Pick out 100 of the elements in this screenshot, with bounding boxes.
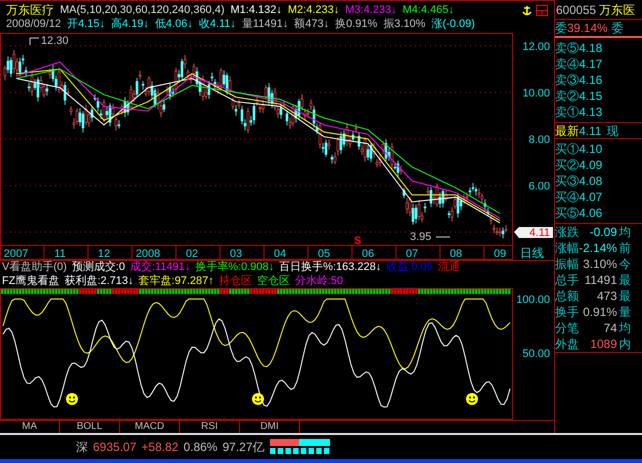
date-label: 11 bbox=[54, 248, 66, 260]
date-label: 09 bbox=[494, 248, 506, 260]
indicator-value: 百日换手%:163.228↓ bbox=[279, 262, 382, 273]
quote-label: 卖⑤ bbox=[555, 42, 579, 54]
high-label: 12.30 bbox=[41, 35, 69, 47]
price-tick: 8.00 bbox=[528, 134, 550, 146]
stat-label: 换手 bbox=[555, 306, 579, 318]
quote-price: 4.16 bbox=[579, 74, 602, 86]
stat-value: 473 bbox=[596, 290, 618, 302]
indicator-value: 预测成交:0 bbox=[72, 262, 125, 273]
indicator-value: 持仓区 bbox=[218, 276, 252, 287]
stat-label: 分笔 bbox=[555, 322, 579, 334]
indicator-tab[interactable]: MACD bbox=[120, 421, 180, 433]
date-label: 08 bbox=[450, 248, 462, 260]
stat-label: 涨幅 bbox=[555, 242, 579, 254]
stat-label: 振幅 bbox=[555, 258, 579, 270]
quote-price: 4.06 bbox=[579, 207, 602, 219]
date-label: 12 bbox=[98, 248, 110, 260]
date-label: 2007 bbox=[4, 248, 28, 260]
stock-name: 万东医 bbox=[599, 4, 636, 16]
indicator-value: 成交:11491↓ bbox=[130, 262, 190, 273]
ma-value: M4:4.465↓ bbox=[402, 4, 454, 16]
stat-label: 前 bbox=[619, 242, 631, 254]
smiley-icon bbox=[66, 393, 78, 405]
quote-label: 卖② bbox=[555, 90, 579, 102]
indicator-tick: 50.00 bbox=[522, 348, 550, 360]
quote-date: 2008/09/12 bbox=[6, 19, 62, 30]
price-tick: 6.00 bbox=[528, 180, 550, 193]
date-label: 06 bbox=[362, 248, 374, 260]
quote-price: 4.08 bbox=[579, 175, 602, 187]
quote-label: 买② bbox=[555, 159, 579, 171]
date-label: 05 bbox=[318, 248, 330, 260]
indicator-tab[interactable]: BOLL bbox=[60, 421, 120, 433]
quote-label: 最新 bbox=[555, 124, 579, 136]
ratio-value: 39.14% bbox=[567, 22, 608, 34]
anchor-icon[interactable] bbox=[522, 4, 532, 16]
quote-label: 卖① bbox=[555, 106, 579, 118]
indicator-value: 收益:0.05 bbox=[386, 262, 433, 273]
indicator-tab[interactable]: DMI bbox=[240, 421, 300, 433]
stat-label: 内 bbox=[619, 338, 631, 350]
quote-price: 4.11 bbox=[579, 124, 602, 136]
stat-label: 今 bbox=[619, 258, 631, 270]
quote-label: 买④ bbox=[555, 191, 579, 203]
stat-label: 最 bbox=[619, 290, 631, 302]
quote-label: 买⑤ bbox=[555, 207, 579, 219]
quote-price: 4.18 bbox=[579, 42, 602, 54]
quote-price: 4.15 bbox=[579, 90, 602, 102]
quote-label: 买① bbox=[555, 143, 579, 155]
date-label: 2008 bbox=[136, 248, 160, 260]
stock-code: 600055 bbox=[556, 4, 596, 16]
quote-item: 涨(-0.09) bbox=[431, 19, 475, 30]
date-label: 02 bbox=[186, 248, 198, 260]
ma-value: M1:4.132↓ bbox=[230, 4, 282, 16]
indicator-value: 空仓区 bbox=[256, 276, 290, 287]
market-label: 深 bbox=[76, 441, 88, 453]
quote-item: 高4.19↓ bbox=[110, 19, 149, 30]
stat-label: 总手 bbox=[555, 274, 579, 286]
quote-price: 4.07 bbox=[579, 191, 602, 203]
stat-value: 3.10% bbox=[582, 258, 618, 270]
stat-label: 涨跌 bbox=[555, 226, 579, 238]
last-price-tag: 4.11 bbox=[514, 227, 553, 239]
indicator-value: 分水岭:50 bbox=[294, 276, 344, 287]
index-change: +58.82 bbox=[141, 441, 178, 453]
ma-value: M2:4.233↓ bbox=[288, 4, 340, 16]
price-tick: 12.00 bbox=[522, 40, 550, 53]
indicator-value: 套牢盘:97.287↑ bbox=[138, 276, 214, 287]
indicator-tab[interactable]: MA bbox=[0, 421, 60, 433]
stat-value: -0.09 bbox=[588, 226, 618, 238]
quote-label: 卖③ bbox=[555, 74, 579, 86]
stat-label: 最 bbox=[619, 274, 631, 286]
stat-value: 0.91% bbox=[582, 306, 618, 318]
quote-item: 量11491↓ bbox=[242, 19, 288, 30]
stat-label: 均 bbox=[619, 322, 631, 334]
low-label: 3.95 bbox=[410, 231, 432, 243]
stat-value: 74 bbox=[602, 322, 618, 334]
stat-label: 总额 bbox=[555, 290, 579, 302]
smiley-icon bbox=[252, 393, 264, 405]
stat-value: 11491 bbox=[584, 274, 618, 286]
indicator-value: FZ鹰鬼看盘 bbox=[2, 276, 60, 287]
stat-label: 量 bbox=[619, 306, 631, 318]
quote-price: 4.10 bbox=[579, 143, 602, 155]
quote-item: 收4.11↓ bbox=[198, 19, 236, 30]
indicator-value: V看盘助手(0) bbox=[2, 262, 67, 273]
quote-label: 买③ bbox=[555, 175, 579, 187]
leader-line bbox=[30, 38, 40, 46]
indicator-name: MA(5,10,20,30,60,120,240,360,4) bbox=[60, 4, 225, 16]
quote-label: 委 bbox=[612, 22, 624, 34]
quote-label: 现 bbox=[606, 124, 618, 136]
window-icon[interactable] bbox=[536, 4, 548, 16]
indicator-tick: 100.00 bbox=[516, 294, 550, 306]
stat-value: -2.14% bbox=[579, 242, 618, 254]
indicator-value: 换手率%:0.908↓ bbox=[195, 262, 274, 273]
indicator-tab[interactable]: RSI bbox=[180, 421, 240, 433]
smiley-icon bbox=[466, 393, 478, 405]
quote-label: 卖④ bbox=[555, 58, 579, 70]
date-label: 03 bbox=[230, 248, 242, 260]
index-percent: 0.86% bbox=[183, 441, 218, 453]
leader-line bbox=[436, 236, 450, 238]
quote-item: 换0.91% bbox=[335, 19, 378, 30]
period-label[interactable]: 日线 bbox=[520, 246, 544, 260]
